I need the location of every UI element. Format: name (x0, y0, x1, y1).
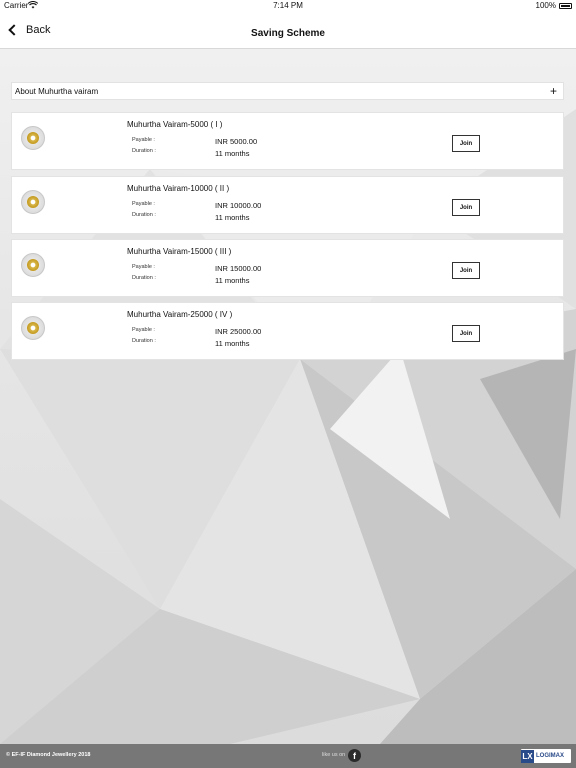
nav-bar: Back Saving Scheme (0, 13, 576, 49)
payable-value: INR 25000.00 (215, 327, 262, 336)
duration-value: 11 months (215, 149, 250, 158)
scheme-logo-icon (21, 253, 45, 277)
scheme-card: Muhurtha Vairam-5000 ( I ) Payable : INR… (11, 112, 564, 170)
duration-label: Duration : (132, 212, 156, 218)
payable-label: Payable : (132, 264, 155, 270)
scheme-card: Muhurtha Vairam-25000 ( IV ) Payable : I… (11, 302, 564, 360)
duration-label: Duration : (132, 338, 156, 344)
scheme-card: Muhurtha Vairam-10000 ( II ) Payable : I… (11, 176, 564, 234)
scheme-name: Muhurtha Vairam-15000 ( III ) (127, 247, 232, 256)
duration-value: 11 months (215, 339, 250, 348)
about-label: About Muhurtha vairam (15, 86, 99, 96)
payable-value: INR 15000.00 (215, 264, 262, 273)
battery-icon (559, 3, 572, 9)
payable-label: Payable : (132, 137, 155, 143)
page-title: Saving Scheme (251, 28, 325, 39)
logimax-mark-icon: LX (521, 749, 534, 763)
scheme-logo-icon (21, 126, 45, 150)
payable-value: INR 5000.00 (215, 137, 258, 146)
scheme-name: Muhurtha Vairam-25000 ( IV ) (127, 310, 233, 319)
logimax-logo[interactable]: LX LOGIMAX (521, 749, 571, 763)
duration-value: 11 months (215, 213, 250, 222)
clock: 7:14 PM (273, 1, 303, 10)
payable-value: INR 10000.00 (215, 201, 262, 210)
footer: © EF-IF Diamond Jewellery 2018 like us o… (0, 744, 576, 768)
scheme-logo-icon (21, 316, 45, 340)
scheme-card: Muhurtha Vairam-15000 ( III ) Payable : … (11, 239, 564, 297)
like-us-label: like us on (322, 752, 346, 758)
join-button[interactable]: Join (452, 135, 480, 152)
battery-percentage: 100% (535, 1, 556, 10)
duration-value: 11 months (215, 276, 250, 285)
duration-label: Duration : (132, 148, 156, 154)
status-bar: Carrier 7:14 PM 100% (0, 0, 576, 13)
duration-label: Duration : (132, 275, 156, 281)
copyright-text: © EF-IF Diamond Jewellery 2018 (6, 752, 91, 758)
logimax-text: LOGIMAX (536, 753, 564, 759)
payable-label: Payable : (132, 201, 155, 207)
scheme-name: Muhurtha Vairam-5000 ( I ) (127, 120, 223, 129)
join-button[interactable]: Join (452, 199, 480, 216)
scheme-logo-icon (21, 190, 45, 214)
join-button[interactable]: Join (452, 325, 480, 342)
plus-icon[interactable]: + (550, 84, 557, 98)
facebook-icon[interactable]: f (348, 749, 361, 762)
join-button[interactable]: Join (452, 262, 480, 279)
payable-label: Payable : (132, 327, 155, 333)
about-scheme-row[interactable]: About Muhurtha vairam + (11, 82, 564, 100)
scheme-name: Muhurtha Vairam-10000 ( II ) (127, 184, 230, 193)
